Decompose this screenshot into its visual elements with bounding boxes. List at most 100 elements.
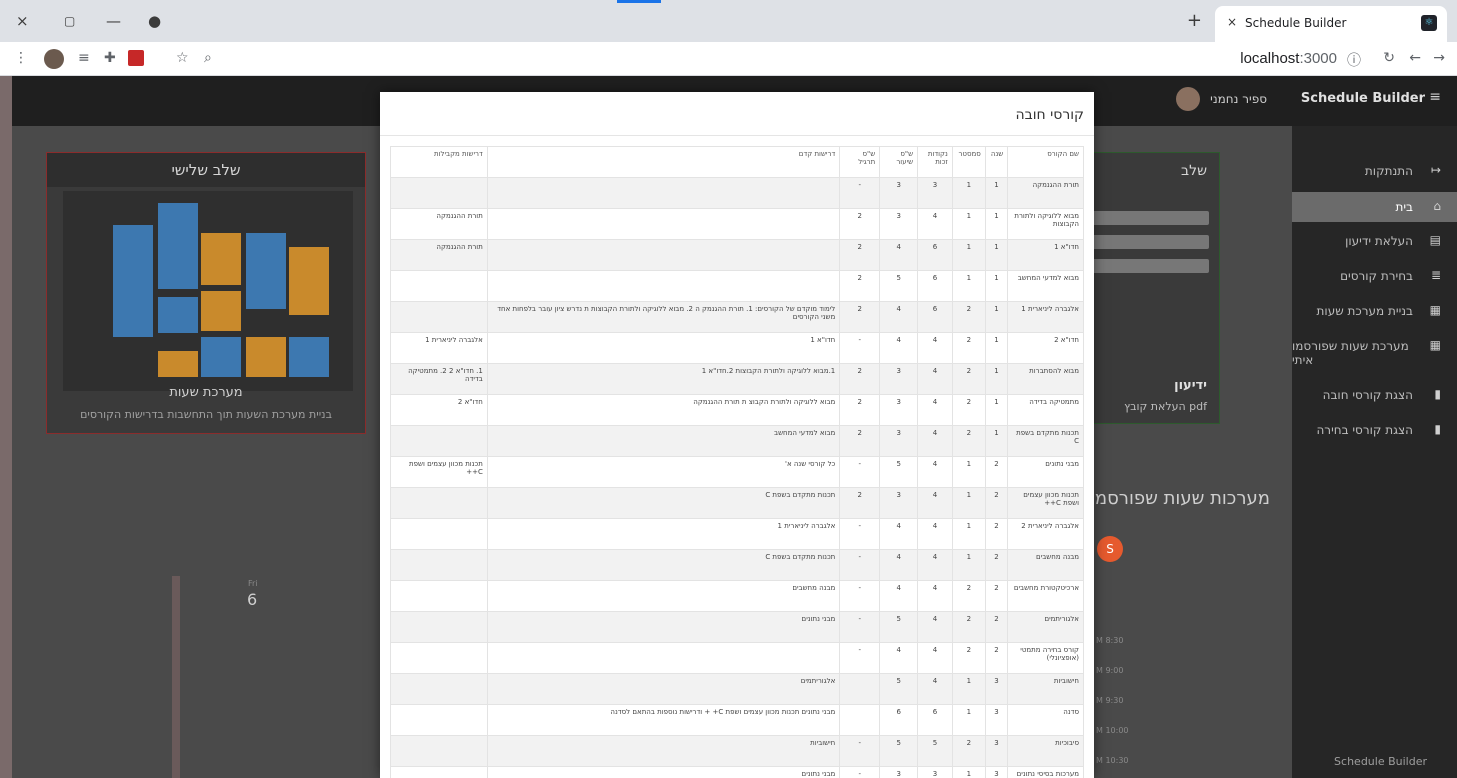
browser-toolbar: ⋮ ≡ ✚ ☆ ⌕ localhost:3000 ⓘ ↻ ← → xyxy=(0,42,1457,76)
calendar-shared-icon: ▦ xyxy=(1429,338,1441,352)
cell-corequisites: אלגברה ליניארית 1 xyxy=(390,332,488,364)
address-bar[interactable]: localhost:3000 xyxy=(1240,50,1337,67)
cell-corequisites: תורת ההגנמקה xyxy=(390,208,488,240)
cell-exercise-hours: 2 xyxy=(839,425,881,457)
sidebar-item-label: העלאת ידיעון xyxy=(1345,234,1413,248)
profile-avatar-icon[interactable] xyxy=(44,49,64,69)
preview-block xyxy=(289,337,329,377)
info-icon[interactable]: ⓘ xyxy=(1347,50,1361,70)
chrome-menu-icon[interactable]: ● xyxy=(148,12,161,30)
cell-year: 1 xyxy=(984,177,1009,209)
col-header-semester: סמסטר xyxy=(951,146,986,178)
new-tab-button[interactable]: + xyxy=(1187,10,1202,31)
sidebar-item-elective-courses[interactable]: ▮ הצגת קורסי בחירה xyxy=(1292,415,1457,445)
cell-lecture-hours: 4 xyxy=(879,518,919,550)
extension-icon[interactable] xyxy=(128,50,144,66)
cell-exercise-hours: 2 xyxy=(839,487,881,519)
forward-icon[interactable]: ← xyxy=(1409,50,1421,66)
browser-tab[interactable]: × Schedule Builder ⚛ xyxy=(1215,6,1447,42)
cell-exercise-hours xyxy=(839,673,881,705)
cell-prerequisites: תכנות מתקדם בשפת C xyxy=(486,487,841,519)
sidebar-item-label: הצגת קורסי בחירה xyxy=(1316,423,1413,437)
modal-header: קורסי חובה xyxy=(380,92,1094,136)
cell-corequisites xyxy=(390,549,488,581)
cell-prerequisites: מבני נתונים xyxy=(486,766,841,778)
sidebar-item-logout[interactable]: ↦ התנתקות xyxy=(1292,156,1457,186)
bookmark-icon: ▮ xyxy=(1434,422,1441,436)
zoom-icon[interactable]: ⌕ xyxy=(204,50,212,66)
preview-block xyxy=(158,351,198,377)
calendar-icon: ▦ xyxy=(1429,303,1441,317)
sidebar-item-course-selection[interactable]: ≣ בחירת קורסים xyxy=(1292,261,1457,291)
cell-credits: 4 xyxy=(917,208,953,240)
cell-name: מבוא להסתברות xyxy=(1007,363,1084,395)
cell-name: סדנה xyxy=(1007,704,1084,736)
col-header-year: שנה xyxy=(984,146,1009,178)
cell-credits: 3 xyxy=(917,177,953,209)
cell-year: 1 xyxy=(984,394,1009,426)
cell-corequisites xyxy=(390,673,488,705)
user-name[interactable]: ספיר נחמני xyxy=(1210,92,1267,106)
brand-title[interactable]: Schedule Builder xyxy=(1301,91,1425,106)
cell-exercise-hours: - xyxy=(839,177,881,209)
cell-credits: 4 xyxy=(917,580,953,612)
reload-icon[interactable]: ↻ xyxy=(1383,50,1395,66)
cell-exercise-hours xyxy=(839,704,881,736)
cell-year: 1 xyxy=(984,363,1009,395)
preview-block xyxy=(289,247,329,315)
reading-list-icon[interactable]: ≡ xyxy=(78,50,90,66)
step-three-card[interactable]: שלב שלישי מערכת שעות בניית מערכת השעות ת… xyxy=(46,152,366,434)
cell-semester: 1 xyxy=(951,766,986,778)
preview-block xyxy=(201,233,241,285)
table-row: חדו"א 2 1 2 4 4- חדו"א 1 אלגברה ליניארית 1 xyxy=(390,332,1084,364)
react-favicon-icon: ⚛ xyxy=(1421,15,1437,31)
window-close-icon[interactable]: × xyxy=(16,12,29,30)
cell-prerequisites xyxy=(486,208,841,240)
table-row: סדנה 3 1 6 6 מבני נתונים תכנות מכוון עצמים וש… xyxy=(390,704,1084,736)
card-title: שלב שלישי xyxy=(47,153,365,187)
cell-lecture-hours: 5 xyxy=(879,456,919,488)
cell-name: אלגוריתמים xyxy=(1007,611,1084,643)
cell-prerequisites: מבני נתונים תכנות מכוון עצמים ושפת C+ + … xyxy=(486,704,841,736)
bookmark-icon: ▮ xyxy=(1434,387,1441,401)
preview-block xyxy=(246,233,286,309)
user-avatar[interactable] xyxy=(1176,87,1200,111)
table-row: ארכיטקטורת מחשבים 2 2 4 4- מבנה מחשבים xyxy=(390,580,1084,612)
window-minimize-icon[interactable]: — xyxy=(106,12,121,30)
cell-semester: 2 xyxy=(951,642,986,674)
tab-close-icon[interactable]: × xyxy=(1227,15,1237,29)
cell-credits: 5 xyxy=(917,735,953,767)
extensions-icon[interactable]: ✚ xyxy=(104,50,116,66)
table-body: תורת ההגנמקה 1 1 3 3- מבוא ללוגיקה ולתורת הקב… xyxy=(390,177,1084,778)
table-row: מבוא למדעי המחשב 1 1 6 5 2 xyxy=(390,270,1084,302)
cell-name: תורת ההגנמקה xyxy=(1007,177,1084,209)
user-avatar-badge[interactable]: S xyxy=(1097,536,1123,562)
cell-lecture-hours: 4 xyxy=(879,301,919,333)
bookmark-star-icon[interactable]: ☆ xyxy=(176,50,189,66)
sidebar-item-mandatory-courses[interactable]: ▮ הצגת קורסי חובה xyxy=(1292,380,1457,410)
cell-year: 2 xyxy=(984,642,1009,674)
hamburger-icon[interactable]: ≡ xyxy=(1429,89,1441,105)
sidebar-item-build-schedule[interactable]: ▦ בניית מערכת שעות xyxy=(1292,296,1457,326)
cell-exercise-hours: - xyxy=(839,549,881,581)
cell-lecture-hours: 3 xyxy=(879,425,919,457)
cell-prerequisites: 1.מבוא ללוגיקה ולתורת הקבוצות 2.חדו"א 1 xyxy=(486,363,841,395)
cell-name: קורס בחירה מתמטי (אופציונלי) xyxy=(1007,642,1084,674)
cell-prerequisites xyxy=(486,177,841,209)
back-icon[interactable]: → xyxy=(1433,50,1445,66)
time-label: M 8:30 xyxy=(1096,636,1124,645)
cell-name: אלגברה ליניארית 2 xyxy=(1007,518,1084,550)
cell-credits: 4 xyxy=(917,518,953,550)
preview-block xyxy=(158,297,198,333)
kebab-menu-icon[interactable]: ⋮ xyxy=(14,50,28,66)
step-card[interactable]: שלב ידיעון העלאת קובץ pdf xyxy=(1080,152,1220,424)
sidebar-item-shared-schedules[interactable]: ▦ מערכת שעות שפורסמו איתי xyxy=(1292,331,1457,367)
preview-field xyxy=(1091,211,1209,225)
sidebar-item-label: בניית מערכת שעות xyxy=(1316,304,1413,318)
sidebar-item-home[interactable]: ⌂ בית xyxy=(1292,192,1457,222)
cell-year: 2 xyxy=(984,518,1009,550)
sidebar-item-upload-catalog[interactable]: ▤ העלאת ידיעון xyxy=(1292,226,1457,256)
window-restore-icon[interactable]: ▢ xyxy=(64,14,75,28)
cell-exercise-hours: - xyxy=(839,642,881,674)
cell-credits: 4 xyxy=(917,549,953,581)
